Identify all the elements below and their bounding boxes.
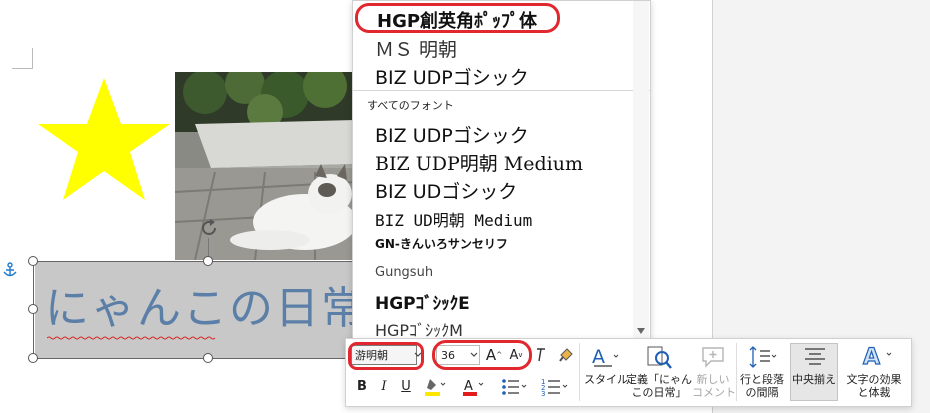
resize-handle-top-center[interactable] <box>203 256 213 266</box>
clear-format-icon[interactable] <box>534 347 548 363</box>
center-align-icon <box>805 348 825 365</box>
font-item-biz-udp-gothic-recent[interactable]: BIZ UDPゴシック <box>375 63 529 90</box>
text-effects-icon[interactable]: A <box>861 343 895 369</box>
mini-toolbar: 游明朝 36 A^ Av B I U A 123 A スタイル 定義「にゃん <box>345 338 912 407</box>
center-align-label: 中央揃え <box>792 373 836 386</box>
font-item-gungsuh[interactable]: Gungsuh <box>375 265 433 280</box>
bullets-icon[interactable] <box>501 377 529 397</box>
resize-handle-mid-left[interactable] <box>28 304 38 314</box>
font-item-biz-ud-gothic[interactable]: BIZ UDゴシック <box>375 177 517 204</box>
define-label-line-2[interactable]: この日常」 <box>626 386 692 399</box>
text-effects-label-line-1[interactable]: 文字の効果 <box>840 373 908 386</box>
anchor-icon[interactable] <box>3 262 17 278</box>
italic-button[interactable]: I <box>376 377 392 395</box>
all-fonts-heading: すべてのフォント <box>367 99 454 112</box>
scroll-down-icon[interactable] <box>636 327 646 335</box>
rotate-handle-icon[interactable] <box>198 217 220 239</box>
highlight-ring-font-item <box>355 3 560 33</box>
new-comment-label-line-2: コメント <box>692 386 736 399</box>
font-item-biz-udp-mincho[interactable]: BIZ UDP明朝 Medium <box>375 149 583 176</box>
svg-text:A: A <box>863 345 880 369</box>
selection-outline <box>33 261 360 359</box>
bold-button[interactable]: B <box>354 377 370 395</box>
star-shape[interactable] <box>34 74 174 204</box>
define-icon[interactable] <box>646 344 672 370</box>
line-spacing-icon[interactable] <box>748 345 778 369</box>
line-spacing-label-line-2[interactable]: の間隔 <box>738 386 786 399</box>
highlight-ring-font-size <box>432 340 532 370</box>
svg-text:A: A <box>464 379 473 394</box>
text-effects-label-line-2[interactable]: と体裁 <box>840 386 908 399</box>
resize-handle-bottom-left[interactable] <box>28 353 38 363</box>
font-item-biz-udp-gothic[interactable]: BIZ UDPゴシック <box>375 121 529 148</box>
font-item-gn-kiniro[interactable]: GN-きんいろサンセリフ <box>375 235 508 252</box>
resize-handle-top-left[interactable] <box>28 256 38 266</box>
underline-button[interactable]: U <box>398 377 414 395</box>
new-comment-icon <box>702 347 724 368</box>
highlight-ring-font-name <box>348 342 424 370</box>
toolbar-separator <box>579 343 580 401</box>
format-painter-icon[interactable] <box>558 347 574 363</box>
line-spacing-label-line-1[interactable]: 行と段落 <box>738 373 786 386</box>
style-label: スタイル <box>584 373 628 386</box>
margin-corner-mark <box>12 48 33 69</box>
font-item-hgp-gothic-e[interactable]: HGPｺﾞｼｯｸE <box>375 289 470 314</box>
svg-text:A: A <box>592 346 605 368</box>
font-dropdown-list[interactable]: HGP創英角ﾎﾟｯﾌﾟ体 ＭＳ 明朝 BIZ UDPゴシック すべてのフォント … <box>352 0 651 342</box>
resize-handle-bottom-center[interactable] <box>203 353 213 363</box>
style-icon: A <box>592 346 619 368</box>
font-list-divider <box>353 90 650 91</box>
define-label-line-1[interactable]: 定義「にゃん <box>626 373 692 386</box>
svg-text:3: 3 <box>541 390 545 397</box>
toolbar-separator <box>736 343 737 401</box>
font-color-icon[interactable]: A <box>462 377 486 397</box>
numbering-icon[interactable]: 123 <box>541 377 571 397</box>
font-list-scrollbar[interactable] <box>633 1 649 341</box>
new-comment-label-line-1: 新しい <box>696 373 730 386</box>
font-item-biz-ud-mincho[interactable]: BIZ UD明朝 Medium <box>375 207 532 231</box>
font-item-ms-mincho[interactable]: ＭＳ 明朝 <box>375 35 457 62</box>
highlight-pen-icon[interactable] <box>424 377 446 397</box>
